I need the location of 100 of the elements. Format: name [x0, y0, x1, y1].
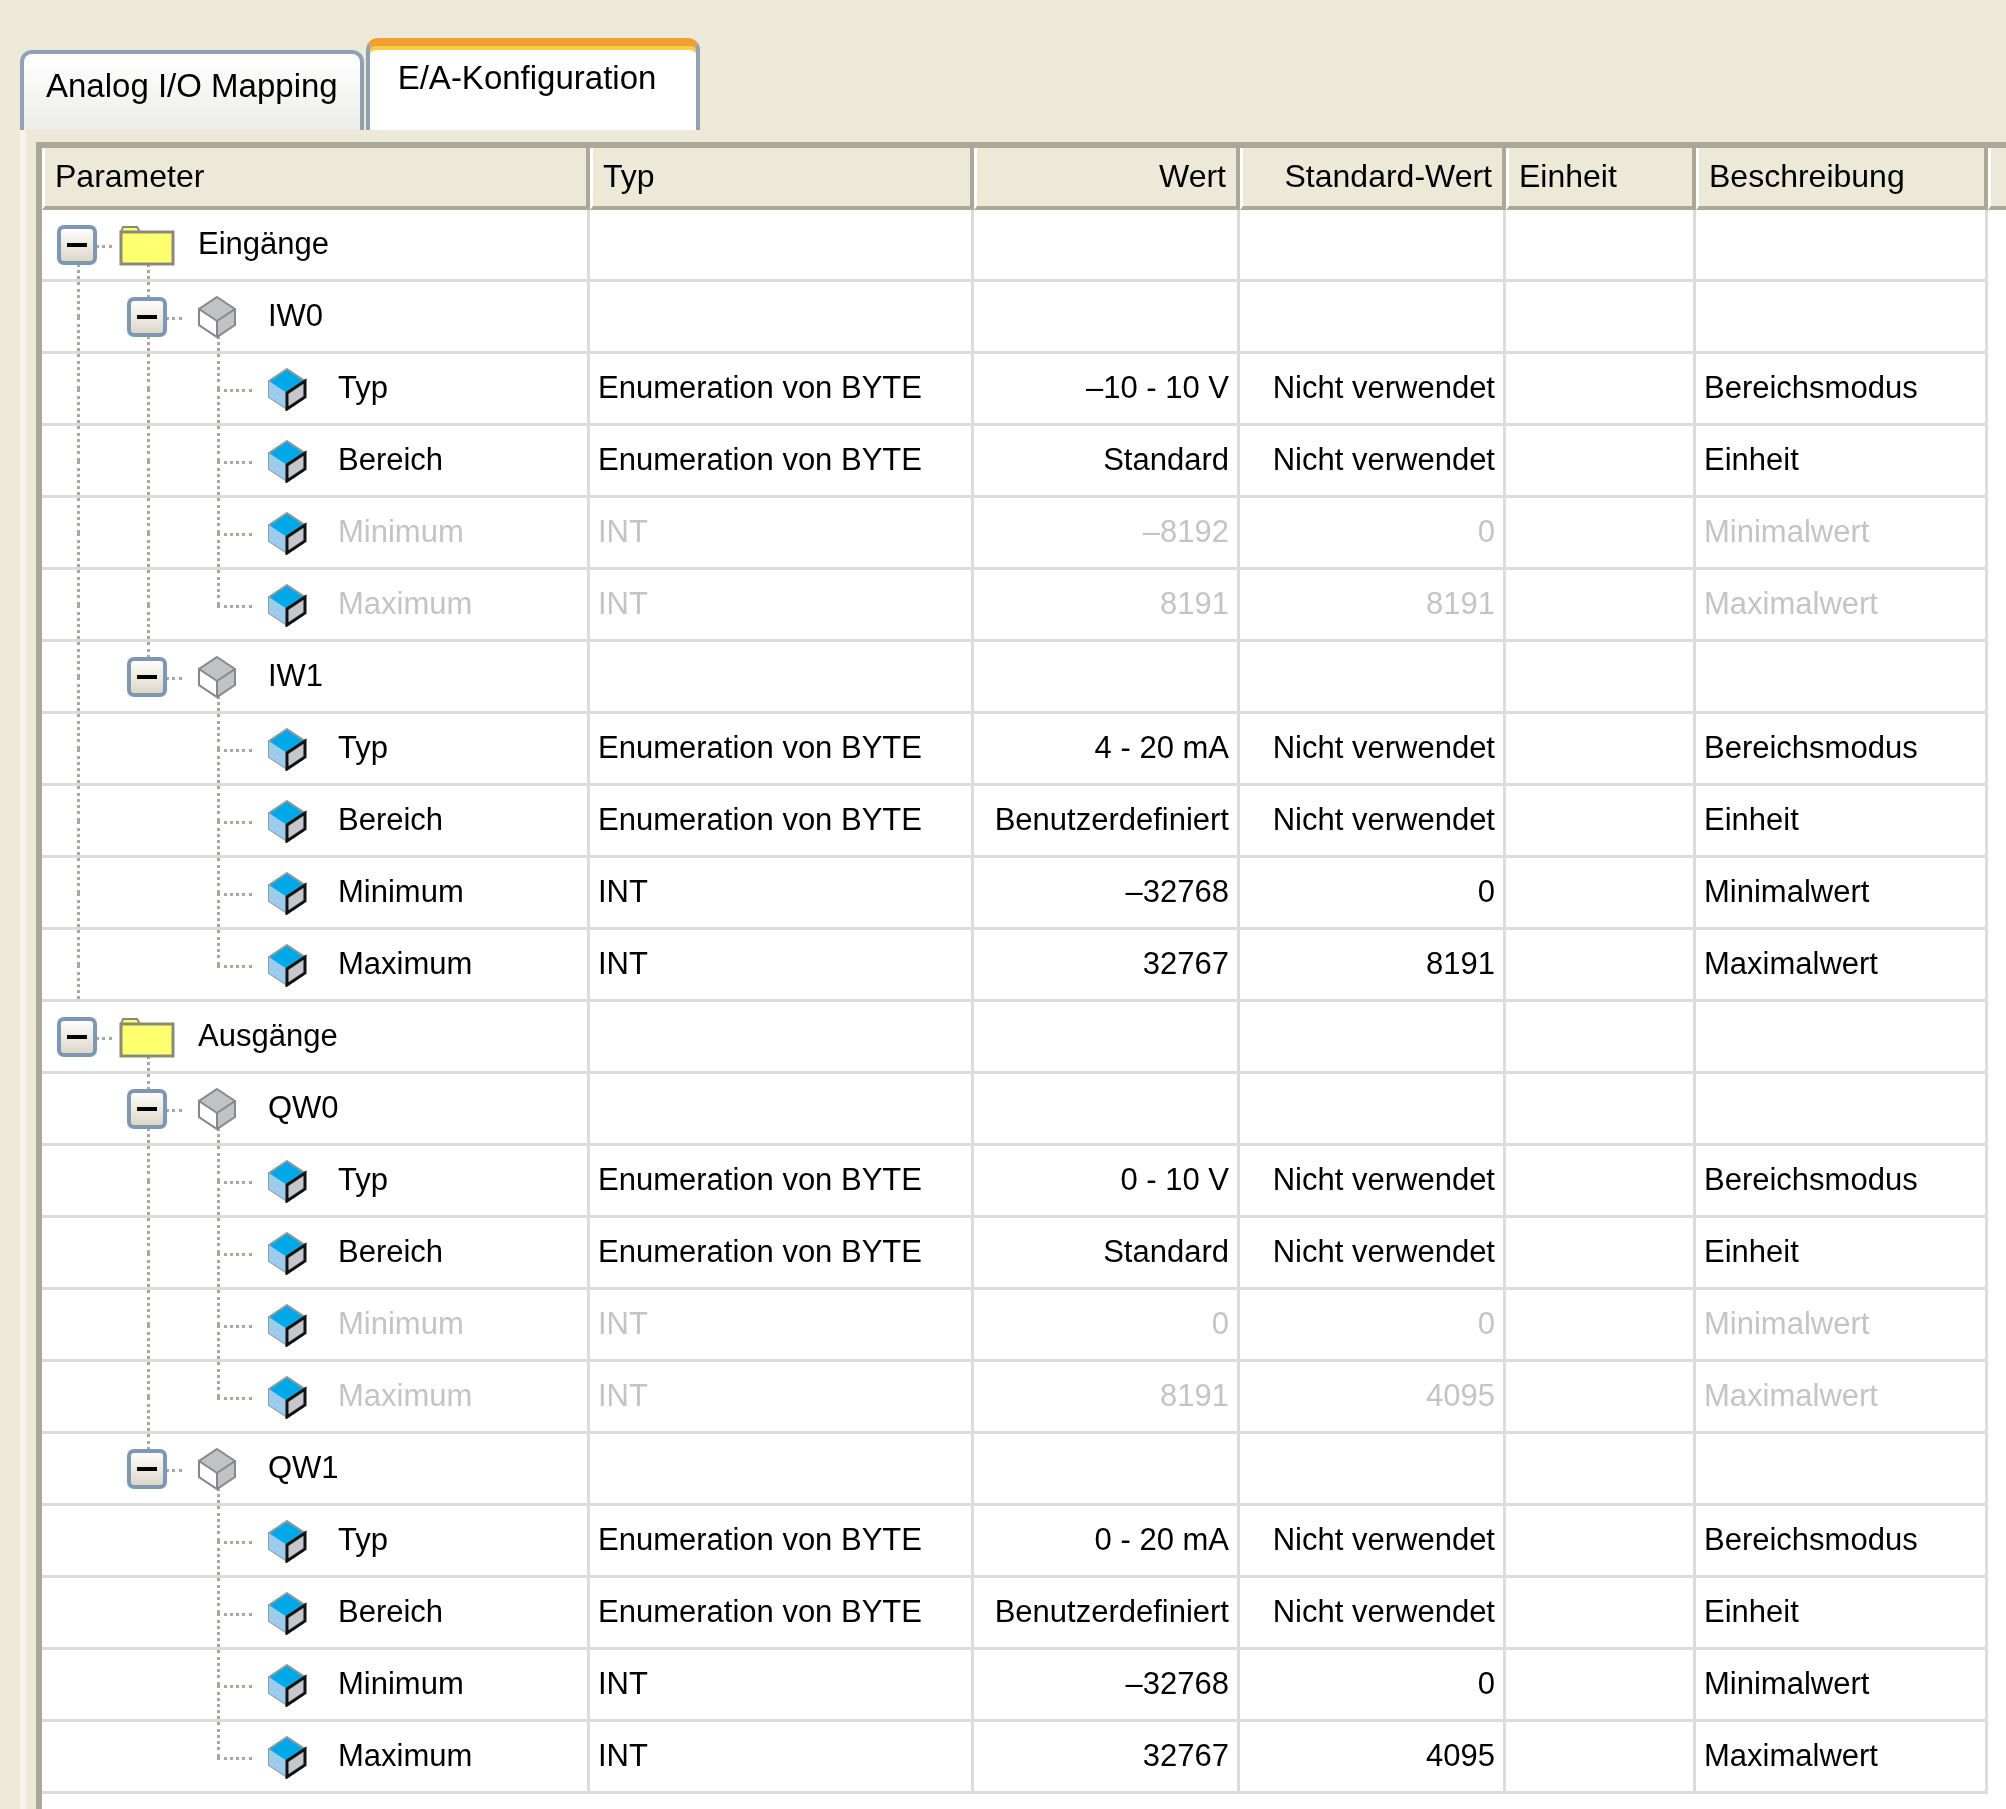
table-cell: Einheit	[1696, 1578, 1988, 1650]
collapse-toggle[interactable]	[127, 1448, 167, 1489]
cube-icon	[267, 1302, 307, 1347]
table-cell: 0 - 20 mA	[974, 1506, 1240, 1578]
tree-item[interactable]: Eingänge	[182, 221, 329, 268]
cube-icon	[267, 438, 307, 483]
table-cell: –8192	[974, 498, 1240, 570]
table-cell: Bereichsmodus	[1696, 1146, 1988, 1218]
column-header[interactable]: Wert	[974, 148, 1240, 210]
table-cell: Einheit	[1696, 426, 1988, 498]
cube-icon	[267, 726, 307, 771]
table-cell: Maximalwert	[1696, 930, 1988, 1002]
table-cell: 4 - 20 mA	[974, 714, 1240, 786]
tree-item[interactable]: Bereich	[322, 1229, 444, 1276]
column-header[interactable]: Standard-Wert	[1240, 148, 1506, 210]
column-header[interactable]: Beschreibung	[1696, 148, 1988, 210]
collapse-toggle[interactable]	[127, 296, 167, 337]
collapse-toggle[interactable]	[127, 1088, 167, 1129]
table-cell: Nicht verwendet	[1240, 1506, 1506, 1578]
table-cell: 4095	[1240, 1722, 1506, 1794]
table-cell: Nicht verwendet	[1240, 714, 1506, 786]
table-cell: INT	[590, 1290, 974, 1362]
table-cell: Nicht verwendet	[1240, 1578, 1506, 1650]
table-cell: Enumeration von BYTE	[590, 1578, 974, 1650]
cube-icon	[267, 1158, 307, 1203]
tab[interactable]: E/A-Konfiguration	[365, 38, 701, 130]
tree-item[interactable]: Ausgänge	[182, 1013, 338, 1060]
cube-icon	[197, 1446, 237, 1491]
table-cell: INT	[590, 498, 974, 570]
table-cell: Nicht verwendet	[1240, 786, 1506, 858]
table-cell: Benutzerdefiniert	[974, 1578, 1240, 1650]
tree-item[interactable]: Typ	[322, 365, 388, 412]
tree-item[interactable]: Maximum	[322, 1733, 473, 1780]
table-cell: Enumeration von BYTE	[590, 786, 974, 858]
folder-icon	[119, 1015, 175, 1058]
table-cell: Bereichsmodus	[1696, 354, 1988, 426]
cube-icon	[267, 870, 307, 915]
table-cell: INT	[590, 1650, 974, 1722]
column-header[interactable]: Parameter	[42, 148, 590, 210]
collapse-toggle[interactable]	[127, 656, 167, 697]
table-cell: Benutzerdefiniert	[974, 786, 1240, 858]
cube-icon	[267, 1230, 307, 1275]
table-cell: Enumeration von BYTE	[590, 1506, 974, 1578]
tree-item[interactable]: Bereich	[322, 437, 444, 484]
table-cell: 32767	[974, 1722, 1240, 1794]
table-cell: Bereichsmodus	[1696, 714, 1988, 786]
column-header[interactable]: Einheit	[1506, 148, 1696, 210]
tree-item[interactable]: Bereich	[322, 797, 444, 844]
cube-icon	[197, 294, 237, 339]
cube-icon	[267, 1518, 307, 1563]
tree-item[interactable]: Bereich	[322, 1589, 444, 1636]
table-cell: Enumeration von BYTE	[590, 714, 974, 786]
tree-item[interactable]: Typ	[322, 725, 388, 772]
table-cell: Minimalwert	[1696, 858, 1988, 930]
table-cell: Nicht verwendet	[1240, 426, 1506, 498]
cube-icon	[197, 1086, 237, 1131]
table-cell: Standard	[974, 1218, 1240, 1290]
table-cell: 8191	[1240, 930, 1506, 1002]
tree-item[interactable]: Minimum	[322, 869, 464, 916]
table-cell: 8191	[974, 570, 1240, 642]
table-cell: Einheit	[1696, 786, 1988, 858]
tree-item[interactable]: QW0	[252, 1085, 339, 1132]
folder-icon	[119, 223, 175, 266]
cube-icon	[267, 1590, 307, 1635]
collapse-toggle[interactable]	[57, 1016, 97, 1057]
table-cell: INT	[590, 858, 974, 930]
collapse-toggle[interactable]	[57, 224, 97, 265]
table-cell: 0	[1240, 858, 1506, 930]
tree-item[interactable]: IW1	[252, 653, 324, 700]
tree-item[interactable]: IW0	[252, 293, 324, 340]
cube-icon	[267, 366, 307, 411]
cube-icon	[267, 798, 307, 843]
table-cell: Bereichsmodus	[1696, 1506, 1988, 1578]
cube-icon	[267, 510, 307, 555]
table-cell: Enumeration von BYTE	[590, 354, 974, 426]
cube-icon	[197, 654, 237, 699]
cube-icon	[267, 1662, 307, 1707]
table-cell: Nicht verwendet	[1240, 1218, 1506, 1290]
table-cell: 8191	[1240, 570, 1506, 642]
table-cell: INT	[590, 570, 974, 642]
column-header[interactable]: Typ	[590, 148, 974, 210]
table-cell: Minimalwert	[1696, 498, 1988, 570]
table-cell: –32768	[974, 858, 1240, 930]
table-cell: 4095	[1240, 1362, 1506, 1434]
tree-item[interactable]: Typ	[322, 1517, 388, 1564]
tree-item[interactable]: Minimum	[322, 1661, 464, 1708]
table-cell: Nicht verwendet	[1240, 1146, 1506, 1218]
table-cell: 0 - 10 V	[974, 1146, 1240, 1218]
table-cell: 0	[974, 1290, 1240, 1362]
table-cell: –32768	[974, 1650, 1240, 1722]
table-cell: Einheit	[1696, 1218, 1988, 1290]
table-cell: Maximalwert	[1696, 1722, 1988, 1794]
tree-item[interactable]: Typ	[322, 1157, 388, 1204]
tab[interactable]: Analog I/O Mapping	[20, 50, 364, 130]
tree-item[interactable]: QW1	[252, 1445, 339, 1492]
tree-item[interactable]: Maximum	[322, 941, 473, 988]
table-cell: Minimalwert	[1696, 1290, 1988, 1362]
table-cell: 0	[1240, 1290, 1506, 1362]
table-cell: Enumeration von BYTE	[590, 426, 974, 498]
table-cell: Maximalwert	[1696, 570, 1988, 642]
